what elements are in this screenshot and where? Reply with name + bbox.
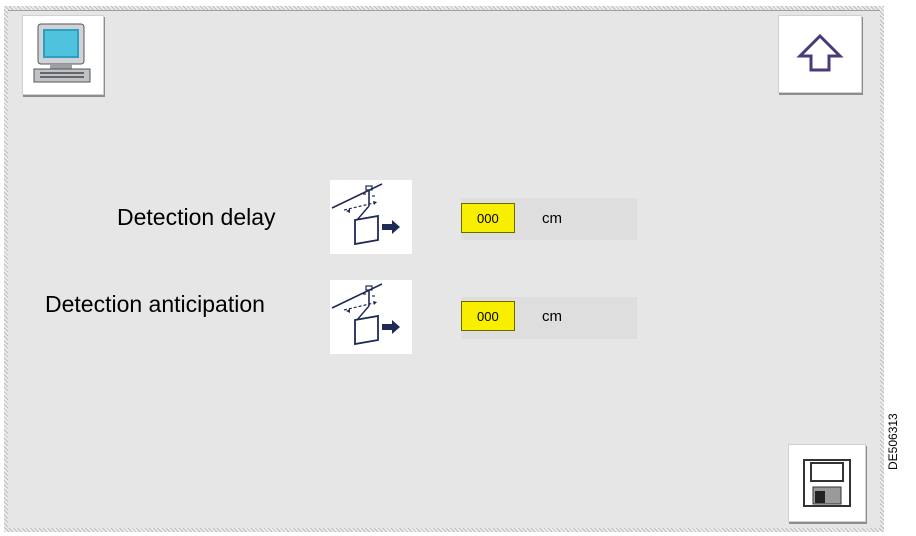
- settings-panel: [4, 6, 884, 532]
- panel-top-border: [8, 10, 880, 11]
- detection-delay-label: Detection delay: [117, 204, 276, 230]
- detection-anticipation-unit: cm: [542, 308, 562, 325]
- save-button[interactable]: [788, 444, 866, 522]
- detection-delay-input[interactable]: 000: [461, 203, 515, 233]
- detection-delay-icon: [331, 183, 400, 246]
- detection-anticipation-icon: [331, 283, 400, 346]
- detection-anticipation-label: Detection anticipation: [45, 291, 265, 317]
- detection-anticipation-input[interactable]: 000: [461, 301, 515, 331]
- computer-button[interactable]: [22, 15, 104, 95]
- detection-delay-tile: [330, 180, 412, 254]
- up-button[interactable]: [778, 15, 862, 93]
- floppy-disk-icon: [803, 459, 851, 507]
- detection-anticipation-tile: [330, 280, 412, 354]
- document-code: DE506313: [886, 413, 900, 470]
- up-arrow-icon: [796, 33, 844, 72]
- computer-monitor-icon: [33, 23, 91, 83]
- detection-delay-unit: cm: [542, 210, 562, 227]
